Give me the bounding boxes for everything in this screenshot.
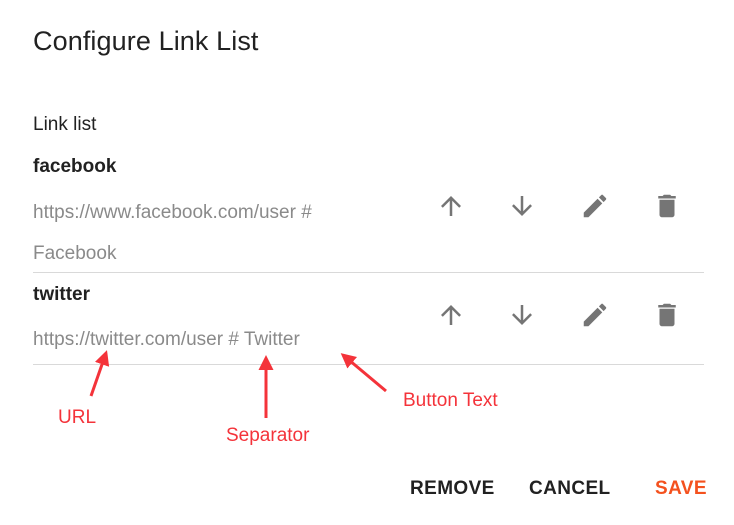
list-item-facebook: facebook https://www.facebook.com/user #… bbox=[33, 152, 704, 274]
pencil-icon bbox=[583, 303, 607, 327]
delete-button[interactable] bbox=[647, 295, 687, 335]
link-value: https://www.facebook.com/user # Facebook bbox=[33, 202, 312, 264]
edit-button[interactable] bbox=[575, 186, 615, 226]
link-name: twitter bbox=[33, 284, 90, 305]
pencil-icon bbox=[583, 194, 607, 218]
delete-button[interactable] bbox=[647, 186, 687, 226]
url-annotation: URL bbox=[58, 407, 97, 428]
button-text-annotation: Button Text bbox=[403, 390, 498, 411]
edit-button[interactable] bbox=[575, 295, 615, 335]
arrow-down-icon bbox=[512, 196, 532, 216]
configure-link-list-dialog: Configure Link List Link list facebook h… bbox=[0, 0, 734, 525]
separator-annotation: Separator bbox=[226, 425, 310, 446]
move-down-button[interactable] bbox=[502, 295, 542, 335]
move-up-button[interactable] bbox=[431, 186, 471, 226]
dialog-title: Configure Link List bbox=[33, 26, 259, 56]
remove-button[interactable]: REMOVE bbox=[404, 474, 501, 504]
move-up-button[interactable] bbox=[431, 295, 471, 335]
arrow-down-icon bbox=[512, 305, 532, 325]
save-button[interactable]: SAVE bbox=[649, 474, 713, 504]
link-name: facebook bbox=[33, 156, 117, 177]
cancel-button[interactable]: CANCEL bbox=[523, 474, 617, 504]
link-list-label: Link list bbox=[33, 114, 97, 135]
row-divider bbox=[33, 364, 704, 365]
trash-icon bbox=[658, 303, 676, 327]
move-down-button[interactable] bbox=[502, 186, 542, 226]
arrow-up-icon bbox=[441, 196, 461, 216]
arrow-up-icon bbox=[441, 305, 461, 325]
link-value: https://twitter.com/user # Twitter bbox=[33, 329, 300, 350]
list-item-twitter: twitter https://twitter.com/user # Twitt… bbox=[33, 280, 704, 366]
row-divider bbox=[33, 272, 704, 273]
trash-icon bbox=[658, 194, 676, 218]
